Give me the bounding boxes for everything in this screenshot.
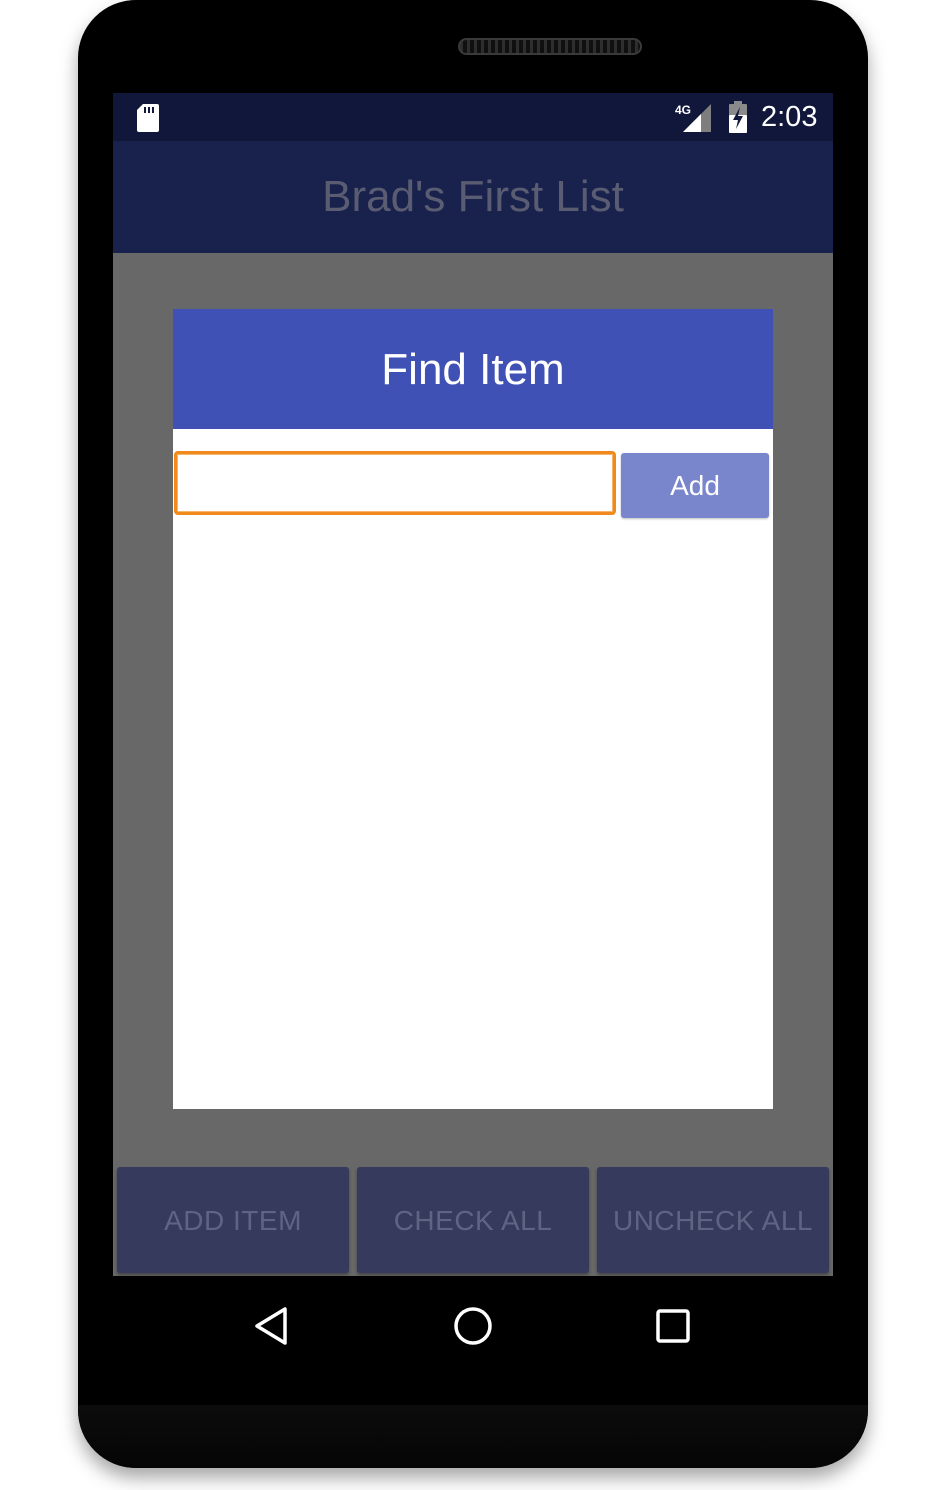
add-item-button[interactable]: ADD ITEM	[117, 1167, 349, 1273]
app-bar: Brad's First List	[113, 141, 833, 253]
dialog-header: Find Item	[173, 309, 773, 429]
phone-chin	[78, 1405, 868, 1468]
dialog-title: Find Item	[381, 345, 565, 394]
back-icon[interactable]	[251, 1304, 295, 1348]
check-all-button[interactable]: CHECK ALL	[357, 1167, 589, 1273]
screen: 4G 2:03 Brad's First List Find Item Add …	[113, 93, 833, 1276]
speaker-grille	[458, 38, 642, 55]
recents-icon[interactable]	[651, 1304, 695, 1348]
bottom-action-bar: ADD ITEM CHECK ALL UNCHECK ALL	[113, 1165, 833, 1276]
find-item-dialog: Find Item Add	[173, 309, 773, 1109]
app-title: Brad's First List	[322, 172, 624, 221]
battery-charging-icon	[729, 101, 747, 133]
uncheck-all-button[interactable]: UNCHECK ALL	[597, 1167, 829, 1273]
find-item-input[interactable]	[174, 451, 616, 515]
status-bar: 4G 2:03	[113, 93, 833, 141]
add-button[interactable]: Add	[621, 453, 769, 518]
clock: 2:03	[761, 101, 818, 133]
network-type-label: 4G	[675, 103, 691, 117]
navigation-bar	[113, 1276, 833, 1376]
home-icon[interactable]	[451, 1304, 495, 1348]
sd-card-icon	[137, 104, 159, 132]
signal-4g-icon: 4G	[675, 103, 711, 132]
